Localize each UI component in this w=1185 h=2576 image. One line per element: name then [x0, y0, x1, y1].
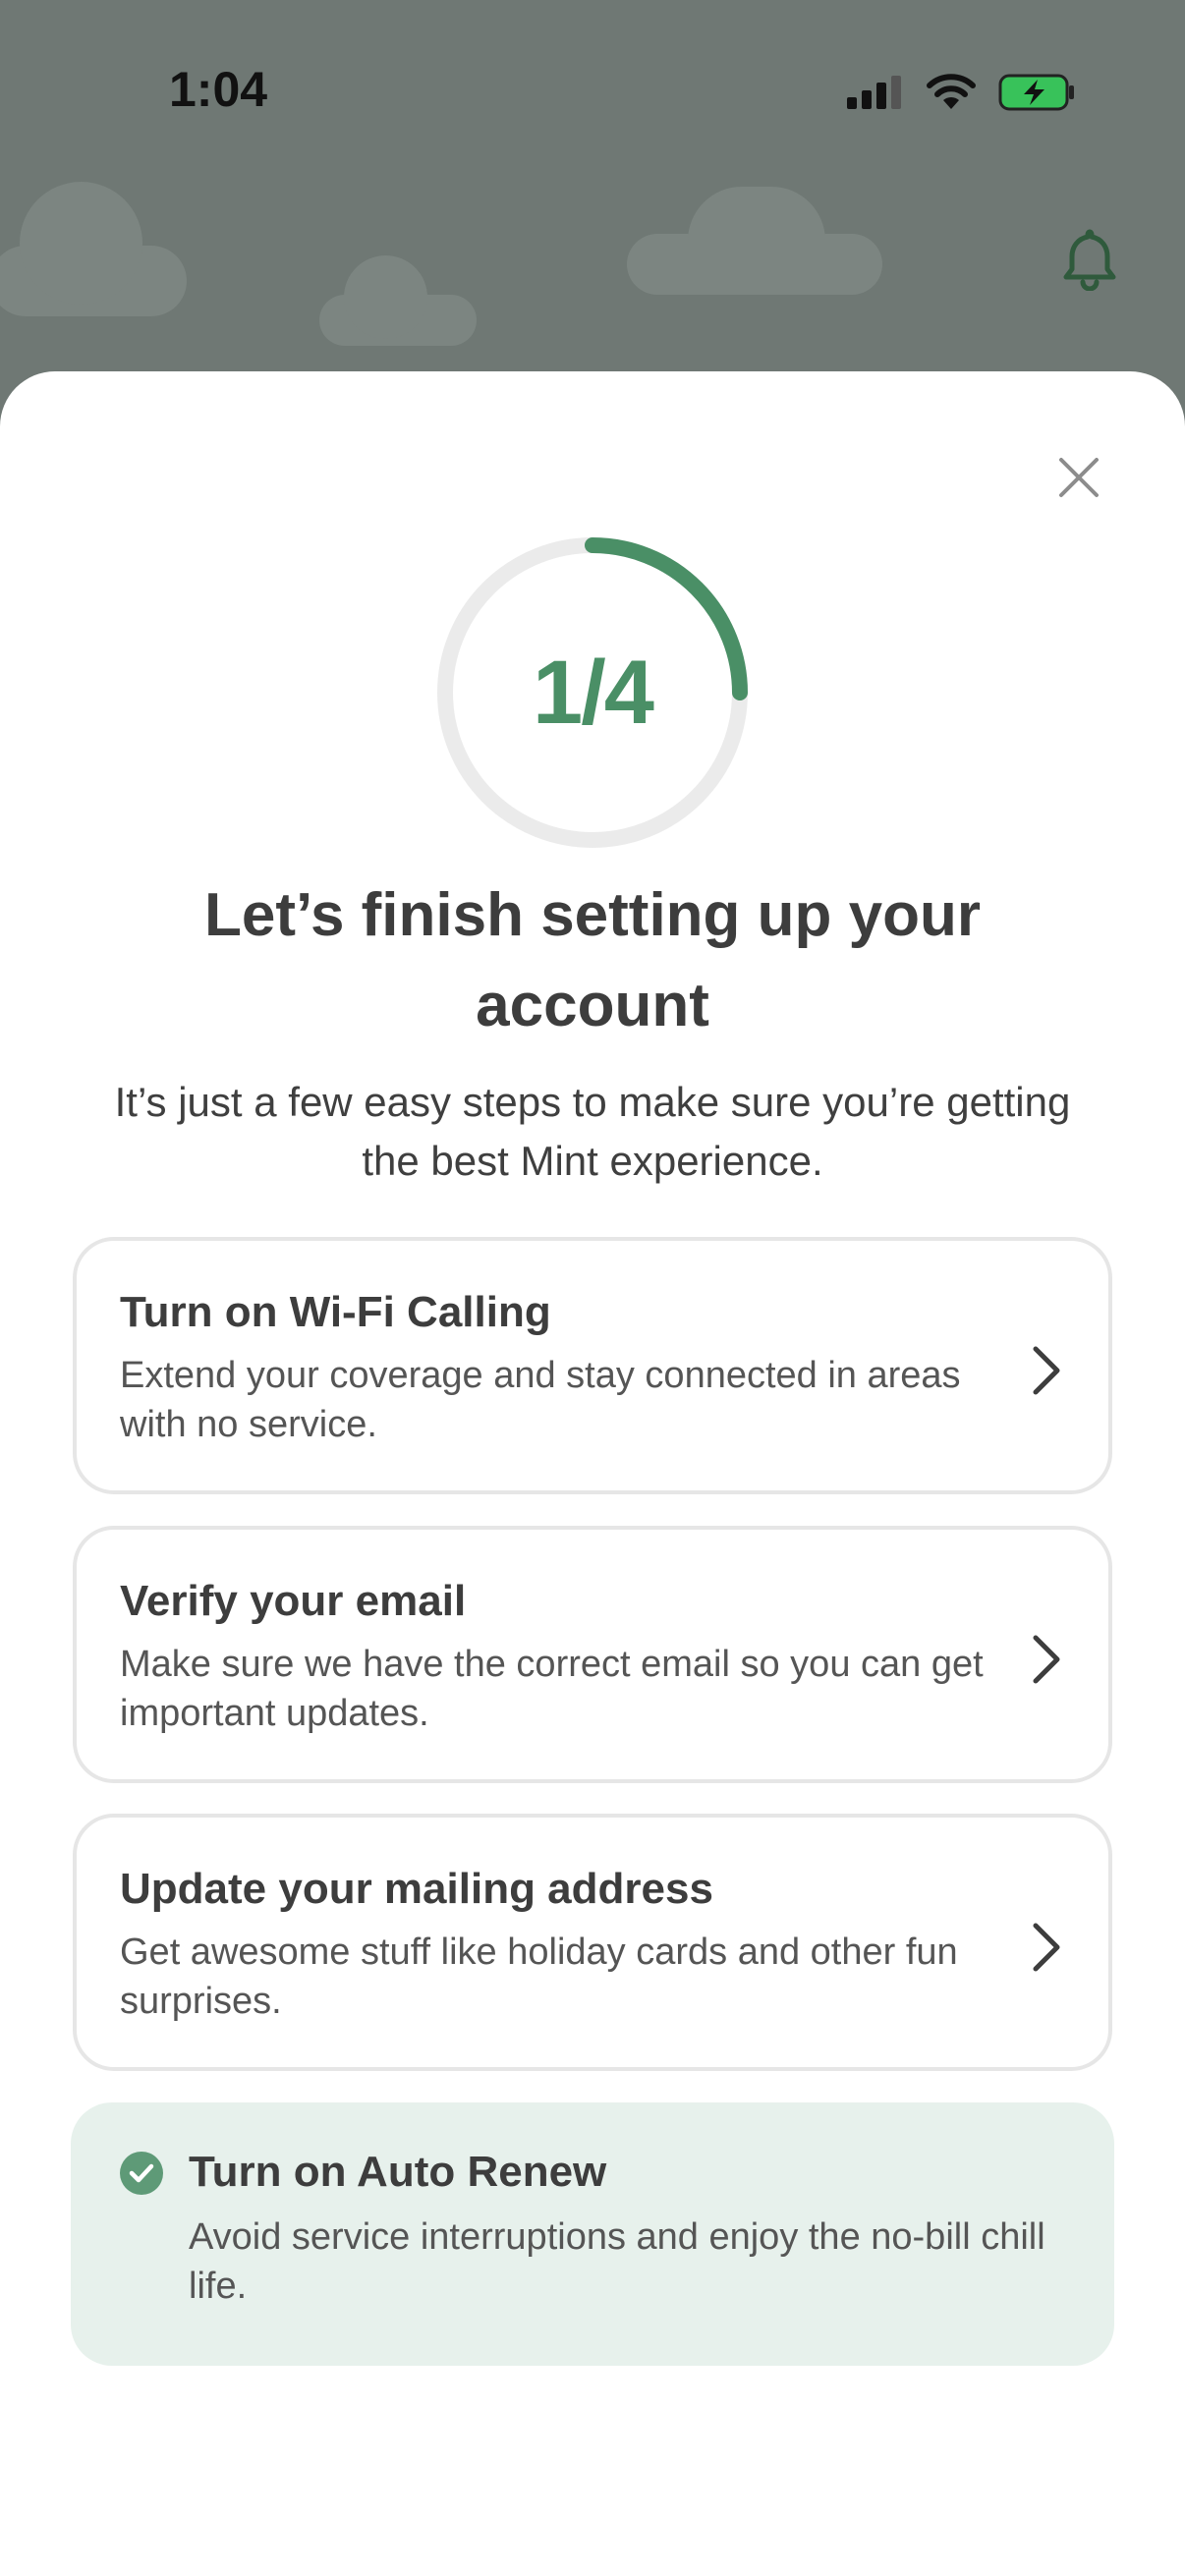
task-description: Make sure we have the correct email so y…: [120, 1644, 984, 1734]
bell-icon[interactable]: [1061, 228, 1118, 291]
task-description: Avoid service interruptions and enjoy th…: [189, 2216, 1045, 2307]
cloud-decoration: [688, 187, 825, 295]
chevron-right-icon: [1033, 1346, 1060, 1395]
close-icon[interactable]: [1055, 454, 1102, 501]
wifi-icon: [927, 74, 976, 109]
cloud-decoration: [20, 182, 142, 305]
status-icons: [847, 73, 1077, 112]
page-title: Let’s finish setting up your account: [204, 881, 981, 1039]
progress-label: 1/4: [533, 642, 654, 743]
task-card-verify-email[interactable]: Verify your email Make sure we have the …: [73, 1526, 1112, 1783]
task-card-mailing-address[interactable]: Update your mailing address Get awesome …: [73, 1814, 1112, 2071]
cloud-decoration: [344, 255, 427, 339]
check-circle-icon: [120, 2152, 163, 2195]
task-title: Turn on Auto Renew: [189, 2148, 607, 2196]
chevron-right-icon: [1033, 1923, 1060, 1972]
task-description: Get awesome stuff like holiday cards and…: [120, 1932, 958, 2022]
task-title: Verify your email: [120, 1577, 467, 1625]
task-title: Turn on Wi-Fi Calling: [120, 1288, 551, 1336]
task-card-wifi-calling[interactable]: Turn on Wi-Fi Calling Extend your covera…: [73, 1237, 1112, 1494]
page-subtitle: It’s just a few easy steps to make sure …: [114, 1079, 1071, 1184]
status-time: 1:04: [169, 62, 268, 117]
task-card-auto-renew-completed: Turn on Auto Renew Avoid service interru…: [71, 2102, 1114, 2366]
chevron-right-icon: [1033, 1635, 1060, 1684]
battery-charging-icon: [998, 74, 1074, 111]
task-description: Extend your coverage and stay connected …: [120, 1355, 961, 1445]
signal-icon: [847, 76, 901, 109]
task-title: Update your mailing address: [120, 1865, 713, 1913]
